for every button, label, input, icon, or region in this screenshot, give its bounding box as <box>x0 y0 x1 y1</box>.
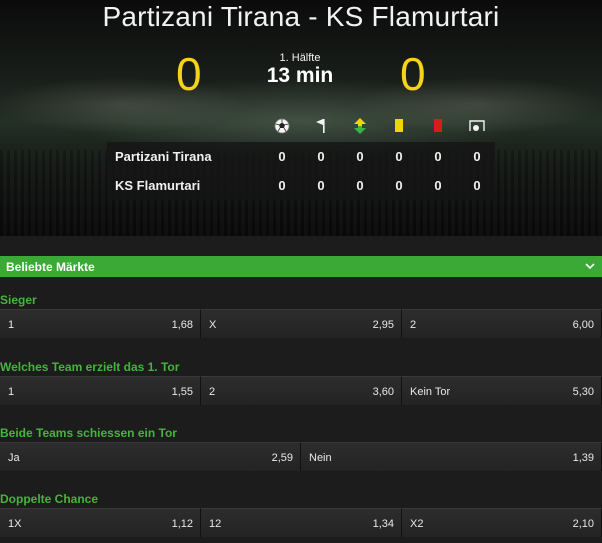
odds-label: 1X <box>8 518 22 530</box>
stat-yellow-cards: 0 <box>395 178 403 193</box>
odds-value: 1,12 <box>171 518 193 530</box>
odds-label: Ja <box>8 452 20 464</box>
stats-row-home: Partizani Tirana 0 0 0 0 0 0 <box>107 142 495 171</box>
odds-button-x[interactable]: X 2,95 <box>201 309 402 338</box>
odds-value: 2,59 <box>271 452 293 464</box>
odds-button-2[interactable]: 2 3,60 <box>201 376 402 405</box>
odds-button-1[interactable]: 1 1,68 <box>0 309 201 338</box>
match-title: Partizani Tirana - KS Flamurtari <box>102 1 500 32</box>
market-title-first-goal: Welches Team erzielt das 1. Tor <box>0 360 180 374</box>
stat-goals: 0 <box>278 178 286 193</box>
odds-value: 6,00 <box>572 319 594 331</box>
odds-button-x2[interactable]: X2 2,10 <box>402 508 602 537</box>
odds-button-1x[interactable]: 1X 1,12 <box>0 508 201 537</box>
match-stats-table: Partizani Tirana 0 0 0 0 0 0 KS Flamurta… <box>107 142 495 200</box>
red-card-icon <box>428 116 448 136</box>
market-title-winner: Sieger <box>0 293 37 307</box>
yellow-card-icon <box>389 116 409 136</box>
odds-button-1[interactable]: 1 1,55 <box>0 376 201 405</box>
stat-goals: 0 <box>278 149 286 164</box>
stat-yellow-cards: 0 <box>395 149 403 164</box>
odds-label: Kein Tor <box>410 386 451 398</box>
away-score: 0 <box>400 48 426 100</box>
ball-icon <box>272 116 292 136</box>
penalty-icon <box>467 116 487 136</box>
popular-markets-label: Beliebte Märkte <box>6 260 95 274</box>
home-score: 0 <box>176 48 202 100</box>
market-odds-winner: 1 1,68 X 2,95 2 6,00 <box>0 309 602 338</box>
stat-corners: 0 <box>317 178 325 193</box>
odds-label: Nein <box>309 452 332 464</box>
market-odds-double-chance: 1X 1,12 12 1,34 X2 2,10 <box>0 508 602 537</box>
stat-substitutions: 0 <box>356 178 364 193</box>
odds-label: X2 <box>410 518 424 530</box>
stat-corners: 0 <box>317 149 325 164</box>
odds-value: 3,60 <box>372 386 394 398</box>
odds-button-2[interactable]: 2 6,00 <box>402 309 602 338</box>
odds-label: 2 <box>209 386 216 398</box>
match-minute: 13 min <box>266 64 334 87</box>
popular-markets-toggle[interactable]: Beliebte Märkte <box>0 256 602 277</box>
substitution-icon <box>350 116 370 136</box>
stat-penalties: 0 <box>473 149 481 164</box>
corner-flag-icon <box>311 116 331 136</box>
odds-value: 2,10 <box>572 518 594 530</box>
stat-red-cards: 0 <box>434 149 442 164</box>
stats-team-name: Partizani Tirana <box>115 149 212 164</box>
market-odds-first-goal: 1 1,55 2 3,60 Kein Tor 5,30 <box>0 376 602 405</box>
stat-penalties: 0 <box>473 178 481 193</box>
odds-button-12[interactable]: 12 1,34 <box>201 508 402 537</box>
odds-value: 1,68 <box>171 319 193 331</box>
match-period: 1. Hälfte <box>279 52 321 64</box>
odds-value: 1,34 <box>372 518 394 530</box>
market-title-double-chance: Doppelte Chance <box>0 492 99 506</box>
stat-red-cards: 0 <box>434 178 442 193</box>
odds-value: 2,95 <box>372 319 394 331</box>
odds-value: 1,39 <box>572 452 594 464</box>
odds-button-yes[interactable]: Ja 2,59 <box>0 442 301 471</box>
stat-substitutions: 0 <box>356 149 364 164</box>
odds-label: X <box>209 319 217 331</box>
odds-button-no-goal[interactable]: Kein Tor 5,30 <box>402 376 602 405</box>
scoreboard-header: Partizani Tirana - KS Flamurtari 0 1. Hä… <box>0 0 602 236</box>
odds-value: 1,55 <box>171 386 193 398</box>
stats-row-away: KS Flamurtari 0 0 0 0 0 0 <box>107 171 495 200</box>
odds-button-no[interactable]: Nein 1,39 <box>301 442 602 471</box>
odds-label: 1 <box>8 319 15 331</box>
market-odds-both-teams-score: Ja 2,59 Nein 1,39 <box>0 442 602 471</box>
odds-label: 12 <box>209 518 222 530</box>
chevron-down-icon <box>584 260 596 272</box>
stats-team-name: KS Flamurtari <box>115 178 201 193</box>
odds-label: 2 <box>410 319 417 331</box>
odds-label: 1 <box>8 386 15 398</box>
market-title-both-teams-score: Beide Teams schiessen ein Tor <box>0 426 177 440</box>
odds-value: 5,30 <box>572 386 594 398</box>
